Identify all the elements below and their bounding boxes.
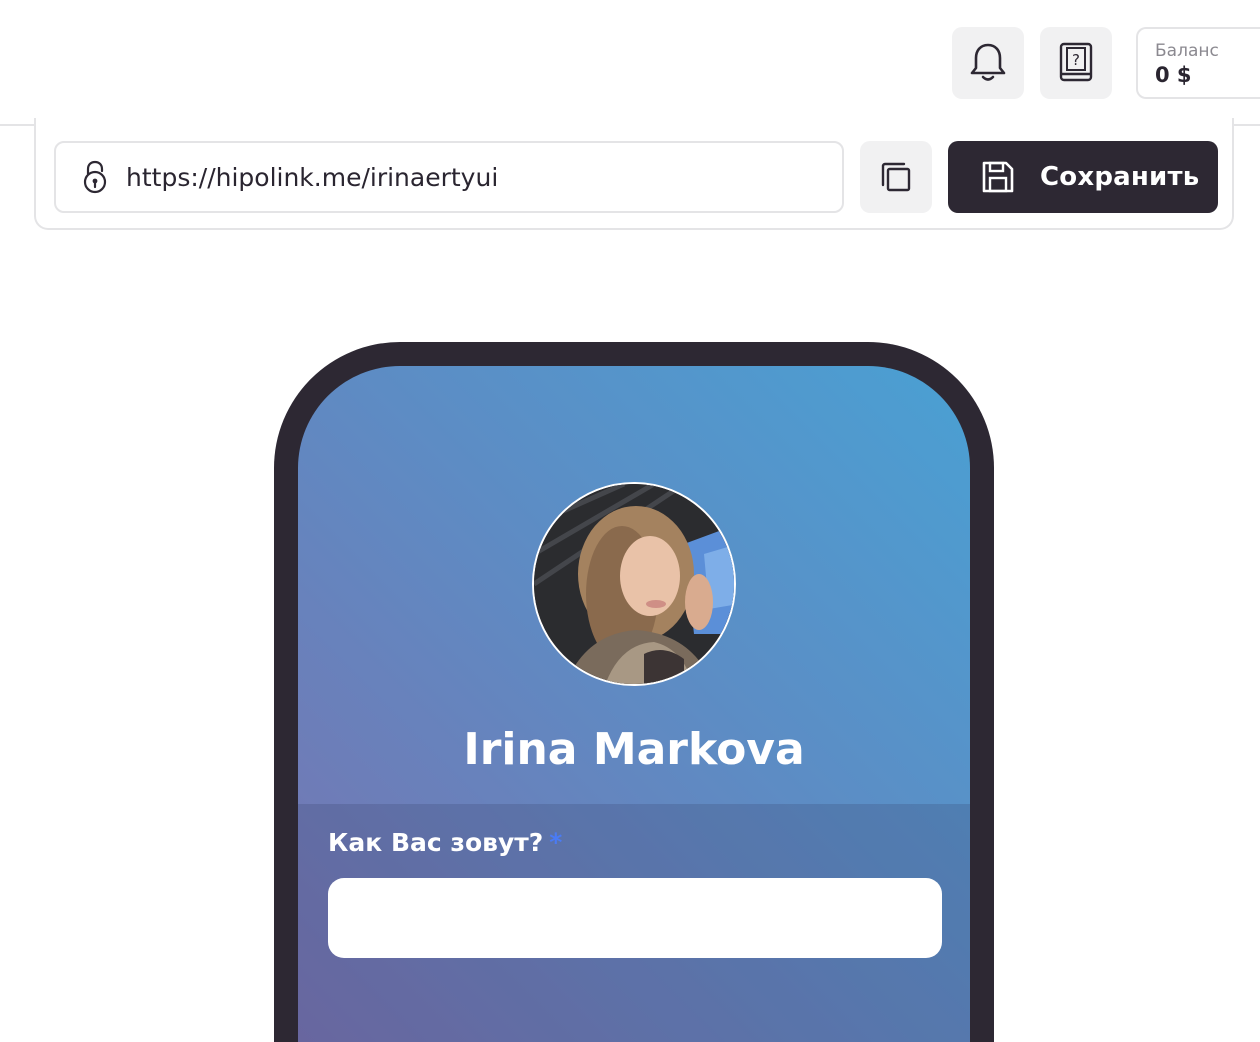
profile-link-card: https://hipolink.me/irinaertyui Сохранит…: [34, 118, 1234, 230]
copy-icon: [881, 162, 911, 192]
avatar-photo: [534, 484, 734, 684]
notifications-button[interactable]: [952, 27, 1024, 99]
profile-url-field[interactable]: https://hipolink.me/irinaertyui: [54, 141, 844, 213]
bell-icon: [970, 43, 1006, 81]
avatar[interactable]: [532, 482, 736, 686]
name-field-label-text: Как Вас зовут?: [328, 828, 544, 857]
balance-label: Баланс: [1155, 41, 1219, 61]
phone-preview-frame: Irina Markova Как Вас зовут? *: [274, 342, 994, 1042]
balance-widget[interactable]: Баланс 0 $: [1136, 27, 1260, 99]
help-book-icon: ?: [1059, 42, 1093, 82]
profile-name: Irina Markova: [463, 724, 805, 775]
svg-text:?: ?: [1072, 51, 1080, 69]
help-button[interactable]: ?: [1040, 27, 1112, 99]
floppy-disk-icon: [982, 161, 1014, 193]
name-input[interactable]: [328, 878, 942, 958]
required-mark: *: [549, 828, 563, 857]
top-header: ? Баланс 0 $: [0, 0, 1260, 126]
contact-form: Как Вас зовут? *: [298, 804, 970, 1042]
save-button[interactable]: Сохранить: [948, 141, 1218, 213]
balance-value: 0 $: [1155, 63, 1192, 87]
profile-url-text: https://hipolink.me/irinaertyui: [126, 162, 499, 192]
save-button-label: Сохранить: [1040, 162, 1200, 192]
copy-link-button[interactable]: [860, 141, 932, 213]
phone-preview-screen: Irina Markova Как Вас зовут? *: [298, 366, 970, 1042]
name-field-label: Как Вас зовут? *: [328, 828, 562, 857]
lock-icon: [83, 160, 107, 194]
